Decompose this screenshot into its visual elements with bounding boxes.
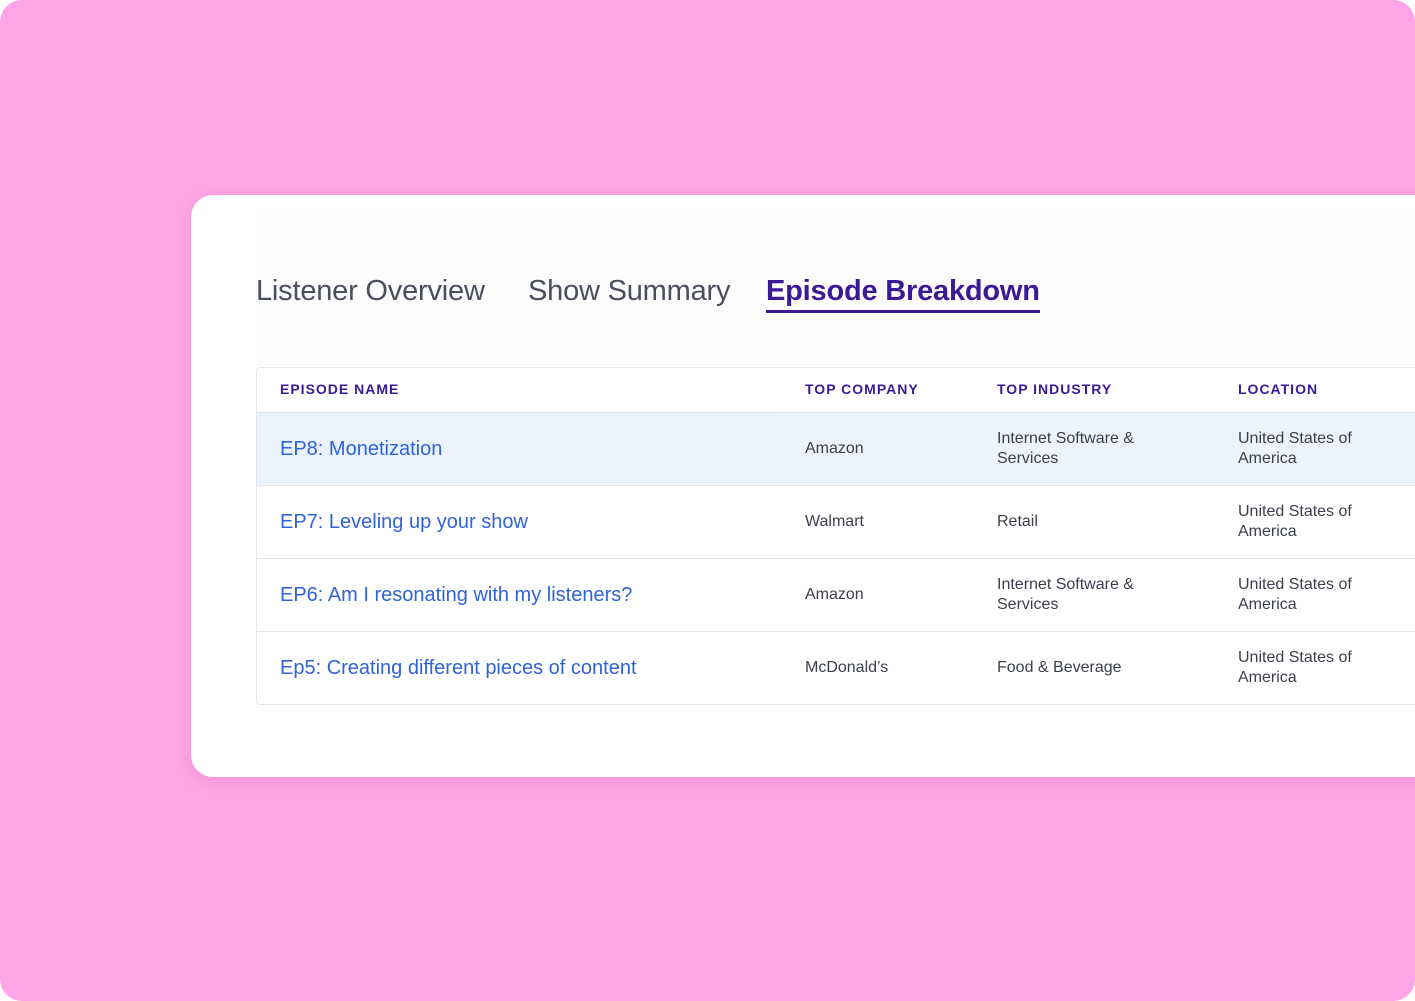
location-cell: United States of America <box>1238 430 1352 467</box>
episode-name-link[interactable]: EP8: Monetization <box>280 439 442 459</box>
analytics-card: Listener Overview Show Summary Episode B… <box>191 195 1415 777</box>
page-background: Listener Overview Show Summary Episode B… <box>0 0 1415 1001</box>
top-industry-cell: Retail <box>997 513 1038 530</box>
column-header-top-industry[interactable]: TOP INDUSTRY <box>997 381 1112 397</box>
tab-episode-breakdown[interactable]: Episode Breakdown <box>766 275 1040 313</box>
top-company-cell: Walmart <box>805 513 864 530</box>
top-industry-cell: Food & Beverage <box>997 659 1122 676</box>
table-header: EPISODE NAME TOP COMPANY TOP INDUSTRY LO… <box>257 368 1415 413</box>
column-header-episode-name[interactable]: EPISODE NAME <box>280 381 399 397</box>
top-company-cell: Amazon <box>805 586 864 603</box>
top-company-cell: Amazon <box>805 440 864 457</box>
column-header-location[interactable]: LOCATION <box>1238 381 1318 397</box>
location-cell: United States of America <box>1238 649 1352 686</box>
table-row[interactable]: Ep5: Creating different pieces of conten… <box>257 632 1415 704</box>
table-row[interactable]: EP6: Am I resonating with my listeners? … <box>257 559 1415 632</box>
episode-name-link[interactable]: EP7: Leveling up your show <box>280 512 528 532</box>
top-industry-cell: Internet Software & Services <box>997 576 1134 613</box>
tab-listener-overview[interactable]: Listener Overview <box>256 275 485 308</box>
episode-name-link[interactable]: Ep5: Creating different pieces of conten… <box>280 658 637 678</box>
location-cell: United States of America <box>1238 576 1352 613</box>
table-row[interactable]: EP7: Leveling up your show Walmart Retai… <box>257 486 1415 559</box>
column-header-top-company[interactable]: TOP COMPANY <box>805 381 919 397</box>
episode-table: EPISODE NAME TOP COMPANY TOP INDUSTRY LO… <box>256 367 1415 705</box>
top-company-cell: McDonald’s <box>805 659 889 676</box>
tab-show-summary[interactable]: Show Summary <box>528 275 730 308</box>
episode-name-link[interactable]: EP6: Am I resonating with my listeners? <box>280 585 632 605</box>
location-cell: United States of America <box>1238 503 1352 540</box>
table-row[interactable]: EP8: Monetization Amazon Internet Softwa… <box>257 413 1415 486</box>
top-industry-cell: Internet Software & Services <box>997 430 1134 467</box>
